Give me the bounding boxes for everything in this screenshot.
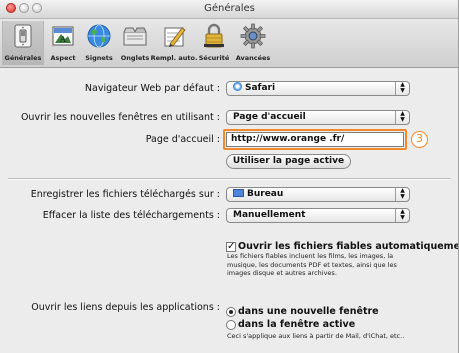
appearance-icon: A: [52, 26, 74, 46]
globe-bookmarks-icon: [87, 24, 111, 48]
callout-badge: 3: [411, 131, 428, 148]
title-bar[interactable]: Générales: [0, 0, 459, 19]
popup-arrows-icon: ▲ ▼: [395, 111, 409, 124]
popup-arrows-icon: ▲ ▼: [395, 188, 409, 201]
tab-advanced[interactable]: Avancées: [234, 21, 272, 65]
clear-downloads-value: Manuellement: [233, 210, 306, 220]
safe-files-note: Les fichiers fiables incluent les films,…: [227, 252, 397, 278]
open-links-label: Ouvrir les liens depuis les applications…: [31, 302, 220, 313]
svg-text:A: A: [59, 35, 66, 44]
open-links-note: Ceci s'applique aux liens à partir de Ma…: [227, 332, 405, 340]
open-links-option-current-window[interactable]: dans la fenêtre active: [226, 314, 355, 333]
clear-downloads-label: Effacer la liste des téléchargements :: [42, 210, 220, 221]
preferences-toolbar: Générales A Aspect Signets Onglets Rempl…: [0, 19, 459, 68]
tabs-icon: [123, 27, 147, 46]
new-windows-label: Ouvrir les nouvelles fenêtres en utilisa…: [20, 112, 220, 123]
default-browser-popup[interactable]: Safari ▲ ▼: [226, 81, 410, 96]
use-current-page-button[interactable]: Utiliser la page active: [226, 154, 351, 169]
autofill-pencil-icon: [164, 27, 186, 47]
downloads-folder-label: Enregistrer les fichiers téléchargés sur…: [30, 189, 220, 200]
safe-files-note-line: images disque et autres archives.: [227, 269, 337, 277]
popup-arrows-icon: ▲ ▼: [395, 82, 409, 95]
general-pane: Navigateur Web par défaut : Safari ▲ ▼ Ou…: [0, 68, 459, 353]
new-windows-value: Page d'accueil: [233, 112, 306, 122]
open-safe-files-checkbox[interactable]: ✓: [226, 241, 236, 252]
homepage-field[interactable]: http://www.orange .fr/: [226, 132, 404, 147]
window-title: Générales: [204, 3, 255, 14]
downloads-folder-popup[interactable]: Bureau ▲ ▼: [226, 187, 410, 202]
tab-advanced-label: Avancées: [235, 54, 271, 62]
light-switch-icon: [14, 24, 32, 48]
folder-icon: [233, 189, 244, 197]
gear-icon: [240, 23, 266, 49]
open-safe-files-label: Ouvrir les fichiers fiables automatiquem…: [238, 241, 459, 252]
safe-files-note-line: musique, les documents PDF et textes, ai…: [227, 260, 397, 269]
downloads-folder-value: Bureau: [247, 189, 284, 199]
safe-files-note-line: Les fichiers fiables incluent les films,…: [227, 252, 394, 260]
homepage-label: Page d'accueil :: [145, 134, 220, 145]
lock-icon: [204, 23, 224, 48]
popup-arrows-icon: ▲ ▼: [395, 209, 409, 222]
new-windows-popup[interactable]: Page d'accueil ▲ ▼: [226, 110, 410, 125]
default-browser-label: Navigateur Web par défaut :: [84, 83, 220, 94]
preferences-window: Générales Générales A Aspect Signets Ong…: [0, 0, 459, 353]
default-browser-value: Safari: [245, 83, 276, 93]
safari-icon: [233, 82, 242, 91]
clear-downloads-popup[interactable]: Manuellement ▲ ▼: [226, 208, 410, 223]
radio-current-window-label: dans la fenêtre active: [238, 319, 356, 330]
section-divider: [8, 178, 451, 180]
radio-current-window[interactable]: [226, 319, 236, 330]
